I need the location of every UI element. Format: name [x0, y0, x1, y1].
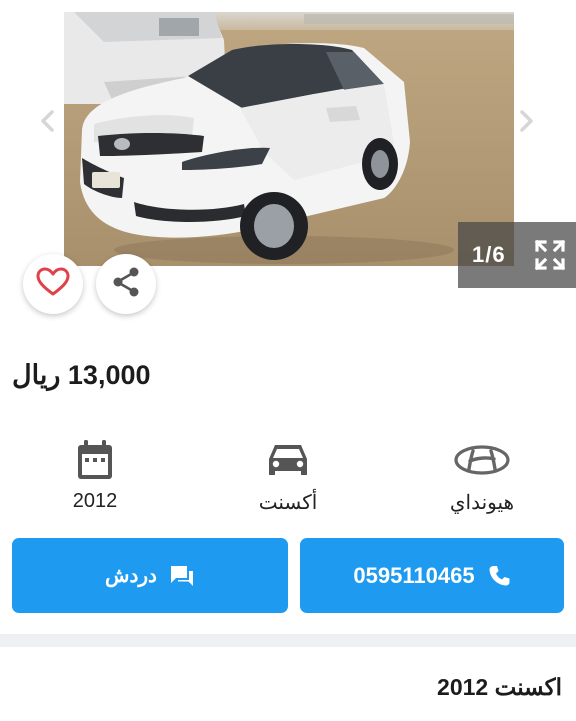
call-button[interactable]: 0595110465	[300, 538, 564, 613]
image-gallery[interactable]: 1/6	[0, 0, 576, 288]
calendar-icon	[76, 434, 114, 486]
chevron-right-icon[interactable]	[514, 108, 540, 134]
share-button[interactable]	[96, 254, 156, 314]
share-icon	[112, 267, 140, 301]
chat-icon	[169, 564, 195, 588]
car-icon	[267, 434, 309, 486]
spec-brand-value: هيونداي	[449, 492, 515, 514]
hyundai-logo-icon	[453, 434, 511, 486]
chevron-left-icon[interactable]	[34, 108, 60, 134]
call-button-label: 0595110465	[353, 562, 475, 588]
heart-icon	[36, 267, 70, 301]
image-counter-text: 1/6	[472, 242, 506, 267]
price-label: 13,000 ريال	[12, 360, 151, 390]
image-counter[interactable]: 1/6	[458, 222, 576, 288]
listing-title: اكسنت 2012	[437, 674, 562, 700]
spec-year-value: 2012	[72, 490, 118, 512]
spec-brand: هيونداي	[407, 434, 557, 515]
chat-button-label: دردش	[105, 565, 157, 587]
spec-model-value: أكسنت	[258, 492, 318, 514]
spec-year: 2012	[20, 434, 170, 513]
phone-icon	[487, 564, 511, 588]
spec-model: أكسنت	[213, 434, 363, 515]
chat-button[interactable]: دردش	[12, 538, 288, 613]
section-divider	[0, 634, 576, 647]
favorite-button[interactable]	[23, 254, 83, 314]
car-photo[interactable]	[64, 12, 514, 266]
expand-icon[interactable]	[534, 239, 566, 271]
